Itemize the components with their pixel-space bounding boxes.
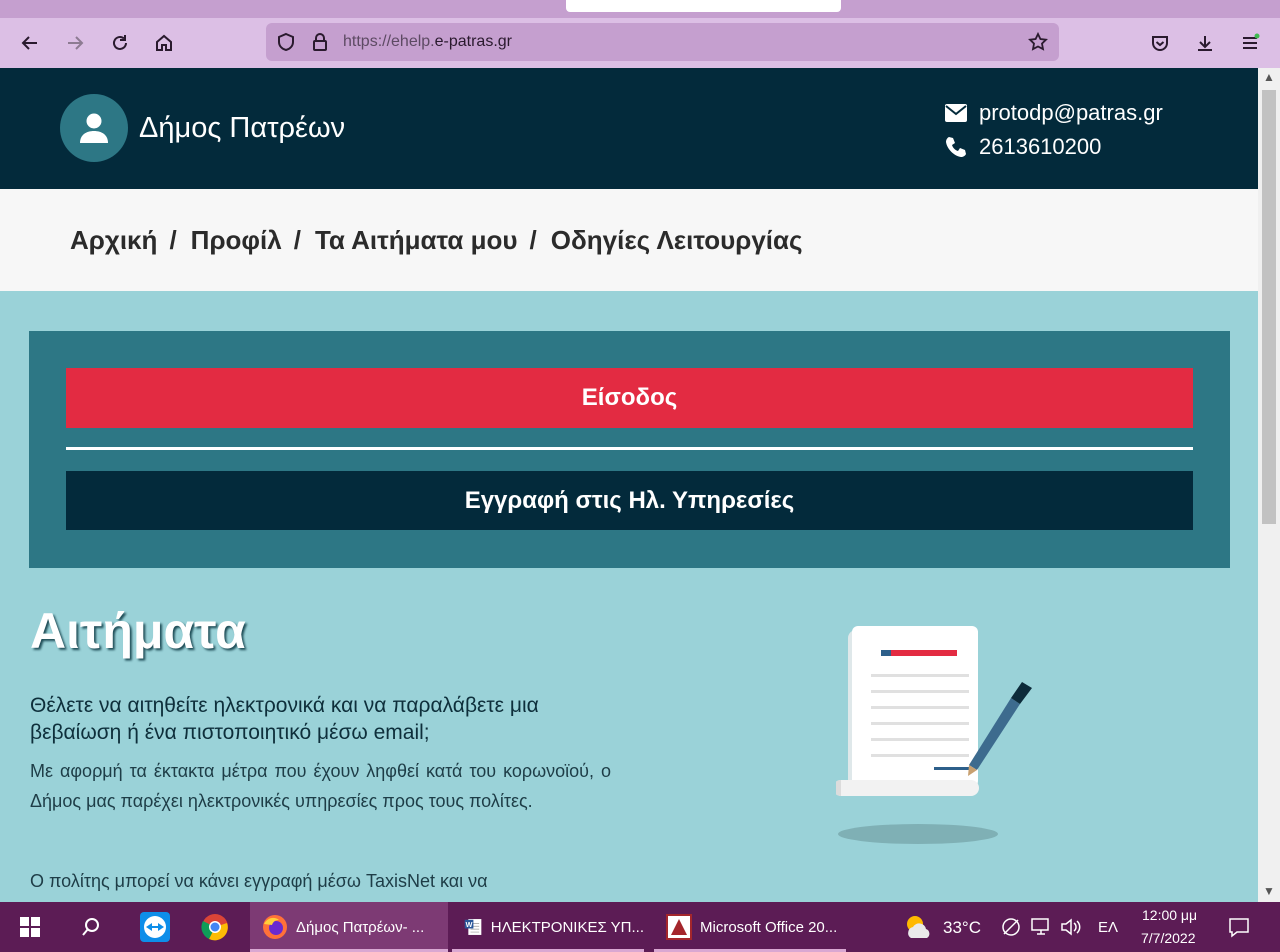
search-icon bbox=[82, 918, 99, 936]
browser-tab[interactable] bbox=[566, 0, 841, 12]
paragraph-1: Με αφορμή τα έκτακτα μέτρα που έχουν ληφ… bbox=[30, 761, 611, 811]
start-button[interactable] bbox=[0, 902, 60, 952]
url-bar[interactable]: https://ehelp.e-patras.gr bbox=[266, 23, 1059, 61]
breadcrumb-profile[interactable]: Προφίλ bbox=[191, 225, 282, 256]
breadcrumb-separator: / bbox=[293, 224, 301, 255]
notification-icon[interactable] bbox=[1228, 916, 1250, 938]
taskbar-app-word[interactable]: W ΗΛΕΚΤΡΟΝΙΚΕΣ ΥΠ... bbox=[452, 902, 644, 952]
document-pen-illustration bbox=[836, 626, 1032, 844]
phone-icon bbox=[946, 137, 966, 157]
home-icon bbox=[156, 34, 172, 51]
search-button[interactable] bbox=[66, 902, 116, 952]
login-button[interactable]: Είσοδος bbox=[66, 368, 1193, 428]
paragraph-2: Ο πολίτης μπορεί να κάνει εγγραφή μέσω T… bbox=[30, 871, 488, 891]
breadcrumb-separator: / bbox=[169, 224, 177, 255]
divider bbox=[66, 447, 1193, 450]
reload-button[interactable] bbox=[105, 28, 135, 58]
windows-logo-icon bbox=[20, 917, 40, 937]
breadcrumb-instructions[interactable]: Οδηγίες Λειτουργίας bbox=[551, 225, 803, 256]
url-prefix: https://ehelp. bbox=[343, 33, 435, 50]
breadcrumb-home[interactable]: Αρχική bbox=[70, 225, 157, 256]
taskbar-app-label: ΗΛΕΚΤΡΟΝΙΚΕΣ ΥΠ... bbox=[490, 918, 644, 936]
input-language[interactable]: ΕΛ bbox=[1098, 919, 1118, 936]
menu-button[interactable] bbox=[1235, 28, 1265, 58]
breadcrumb-my-requests[interactable]: Τα Αιτήματα μου bbox=[315, 225, 518, 256]
pocket-icon bbox=[1152, 36, 1168, 51]
scroll-down-arrow-icon[interactable]: ▼ bbox=[1263, 884, 1275, 898]
teamviewer-button[interactable] bbox=[130, 902, 180, 952]
chrome-button[interactable] bbox=[190, 902, 240, 952]
reload-icon bbox=[113, 35, 127, 50]
shield-icon bbox=[278, 32, 294, 52]
weather-temp[interactable]: 33°C bbox=[943, 918, 981, 938]
user-avatar[interactable] bbox=[60, 94, 128, 162]
contact-phone[interactable]: 2613610200 bbox=[945, 134, 1101, 160]
network-icon[interactable] bbox=[1031, 918, 1053, 936]
phone-text: 2613610200 bbox=[979, 134, 1102, 159]
breadcrumb: Αρχική / Προφίλ / Τα Αιτήματα μου / Οδηγ… bbox=[0, 189, 1258, 291]
scroll-up-arrow-icon[interactable]: ▲ bbox=[1263, 70, 1275, 84]
site-header: Δήμος Πατρέων protodp@patras.gr 26136102… bbox=[0, 68, 1258, 189]
pocket-button[interactable] bbox=[1145, 28, 1175, 58]
word-icon: W bbox=[464, 919, 482, 935]
star-icon[interactable] bbox=[1028, 32, 1048, 52]
arrow-right-icon bbox=[68, 36, 84, 50]
lock-icon bbox=[313, 33, 327, 51]
web-page: Δήμος Πατρέων protodp@patras.gr 26136102… bbox=[0, 68, 1258, 902]
envelope-icon bbox=[945, 104, 967, 122]
forward-button[interactable] bbox=[60, 28, 90, 58]
arrow-left-icon bbox=[21, 36, 37, 50]
firefox-icon bbox=[263, 915, 287, 939]
email-text: protodp@patras.gr bbox=[979, 100, 1163, 125]
network-speaker-icon[interactable] bbox=[1000, 917, 1022, 937]
chrome-icon bbox=[201, 914, 228, 941]
teamviewer-icon bbox=[140, 912, 170, 942]
taskbar-app-office[interactable]: Microsoft Office 20... bbox=[654, 902, 846, 952]
site-title[interactable]: Δήμος Πατρέων bbox=[139, 112, 345, 145]
url-domain: e-patras.gr bbox=[434, 33, 512, 50]
taskbar-app-label: Δήμος Πατρέων- ... bbox=[296, 918, 425, 936]
user-icon bbox=[80, 113, 108, 143]
taskbar-app-label: Microsoft Office 20... bbox=[700, 918, 838, 936]
office-icon bbox=[666, 914, 692, 940]
page-scrollbar[interactable]: ▲ ▼ bbox=[1258, 68, 1280, 902]
taskbar-app-firefox[interactable]: Δήμος Πατρέων- ... bbox=[250, 902, 448, 952]
clock-date[interactable]: 7/7/2022 bbox=[1141, 930, 1196, 946]
auth-panel: Είσοδος Εγγραφή στις Ηλ. Υπηρεσίες bbox=[29, 331, 1230, 568]
clock-time[interactable]: 12:00 μμ bbox=[1142, 907, 1197, 923]
downloads-button[interactable] bbox=[1190, 28, 1220, 58]
taskbar: Δήμος Πατρέων- ... W ΗΛΕΚΤΡΟΝΙΚΕΣ ΥΠ... … bbox=[0, 902, 1280, 952]
volume-icon[interactable] bbox=[1060, 918, 1082, 936]
lead-text: Θέλετε να αιτηθείτε ηλεκτρονικά και να π… bbox=[30, 694, 539, 744]
svg-text:W: W bbox=[466, 920, 473, 929]
browser-tabstrip bbox=[0, 0, 1280, 18]
download-icon bbox=[1198, 36, 1212, 51]
home-button[interactable] bbox=[149, 28, 179, 58]
browser-toolbar: https://ehelp.e-patras.gr bbox=[0, 18, 1280, 68]
back-button[interactable] bbox=[15, 28, 45, 58]
url-text: https://ehelp.e-patras.gr bbox=[343, 33, 512, 51]
register-button[interactable]: Εγγραφή στις Ηλ. Υπηρεσίες bbox=[66, 471, 1193, 530]
weather-cloud-sun-icon[interactable] bbox=[903, 914, 933, 940]
contact-email[interactable]: protodp@patras.gr bbox=[945, 100, 1163, 126]
hamburger-menu-icon bbox=[1243, 33, 1260, 49]
scrollbar-thumb[interactable] bbox=[1262, 90, 1276, 524]
breadcrumb-separator: / bbox=[529, 224, 537, 255]
page-heading: Αιτήματα bbox=[30, 603, 246, 659]
